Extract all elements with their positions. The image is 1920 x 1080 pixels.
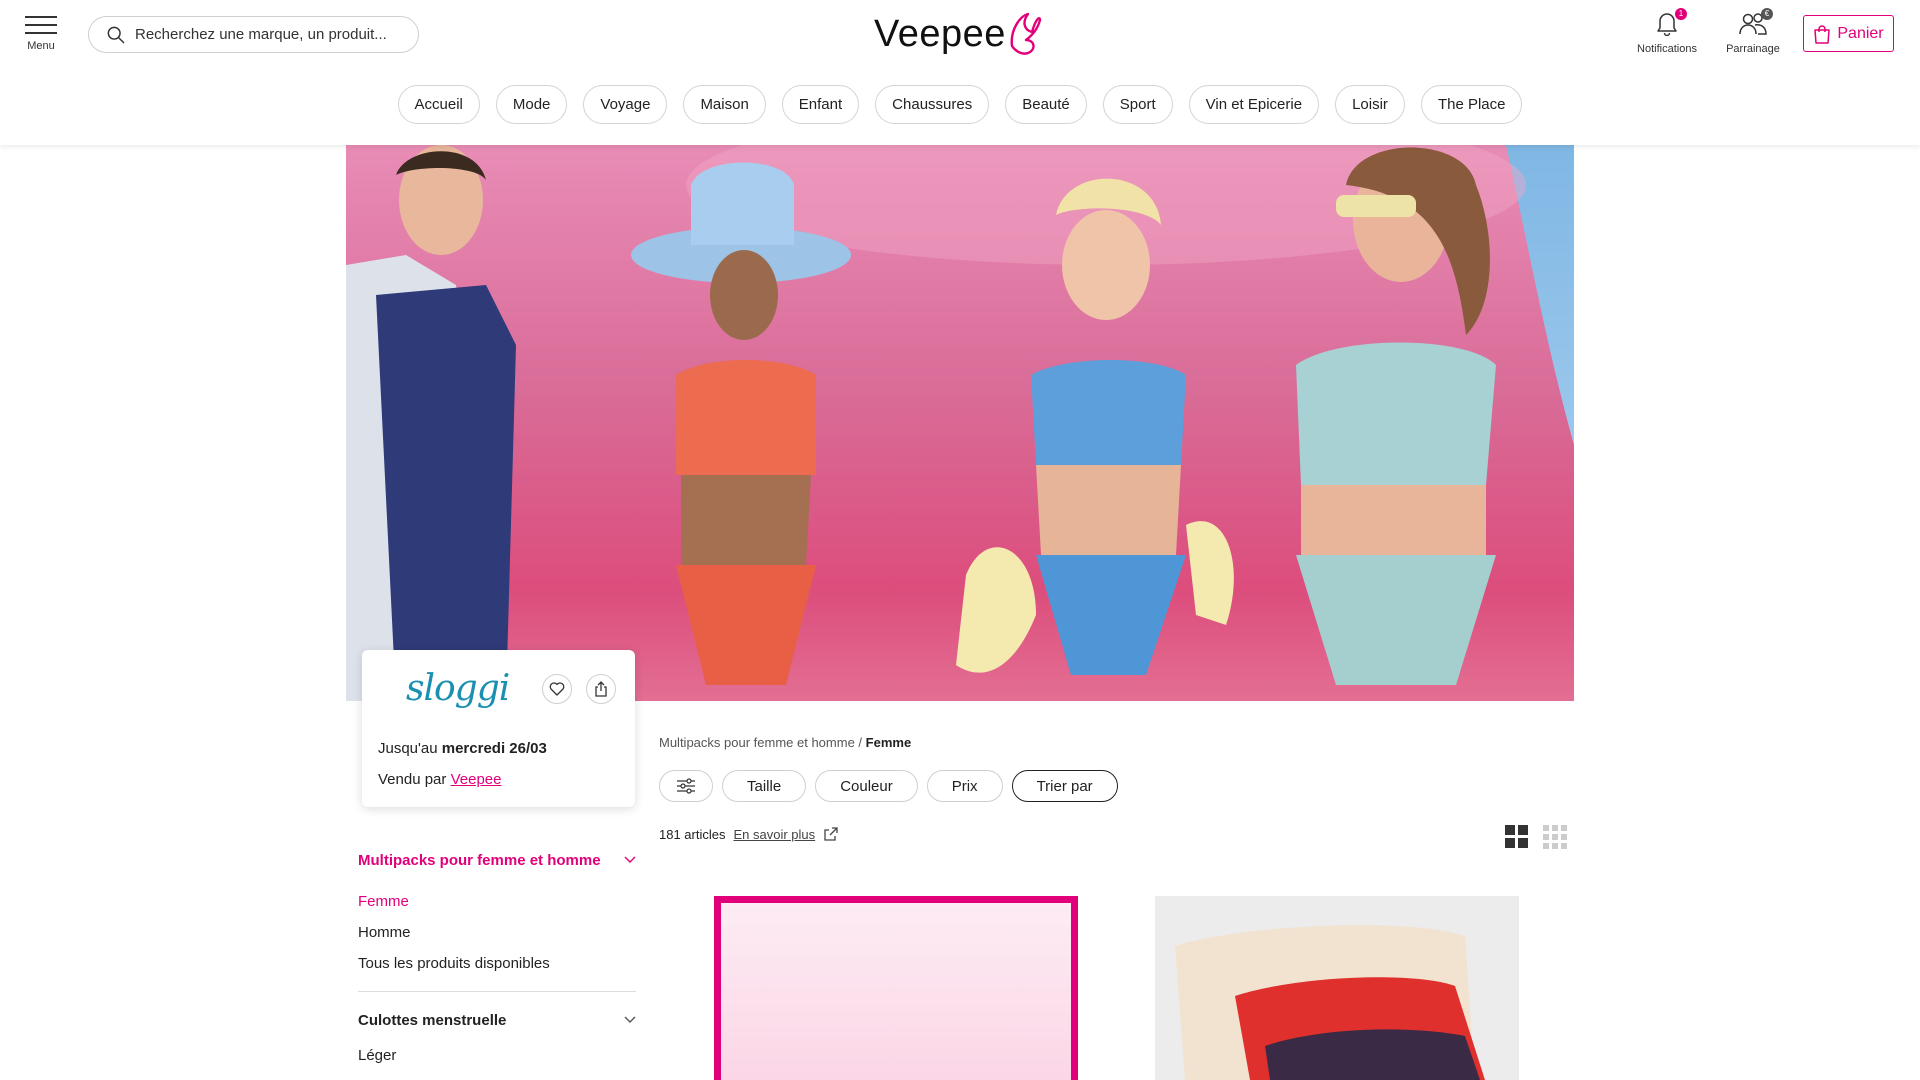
category-sidebar: Multipacks pour femme et homme Femme Hom… [358,848,636,1071]
referral-button[interactable]: € Parrainage [1717,8,1789,55]
cart-button[interactable]: Panier [1803,15,1894,52]
nav-maison[interactable]: Maison [683,85,766,124]
nav-chaussures[interactable]: Chaussures [875,85,990,124]
share-icon [595,681,607,697]
product-card-image[interactable] [1155,896,1519,1080]
brand-logo: sloggi [406,668,510,709]
filter-bar: Taille Couleur Prix Trier par [659,770,1118,802]
notifications-label: Notifications [1637,43,1697,55]
search-placeholder: Recherchez une marque, un produit... [135,26,387,43]
nav-mode[interactable]: Mode [495,85,568,124]
grid-small-icon[interactable] [1543,825,1567,849]
category-multipacks-label: Multipacks pour femme et homme [358,851,601,869]
chevron-down-icon [624,856,636,863]
sidebar-item-femme[interactable]: Femme [358,886,636,917]
sidebar-item-homme[interactable]: Homme [358,917,636,948]
nav-the-place[interactable]: The Place [1420,85,1523,124]
sold-by: Vendu par Veepee [378,771,502,788]
nav-voyage[interactable]: Voyage [583,85,668,124]
sliders-icon [677,778,695,794]
nav-enfant[interactable]: Enfant [781,85,860,124]
nav-beaute[interactable]: Beauté [1005,85,1087,124]
logo-text: Veepee [874,13,1006,55]
menu-label: Menu [27,40,55,52]
product-card-promo[interactable] [714,896,1078,1080]
grid-large-icon[interactable] [1505,825,1529,849]
chevron-down-icon [624,1016,636,1023]
breadcrumb-separator: / [858,735,863,750]
butterfly-icon [1010,12,1042,55]
referral-label: Parrainage [1726,43,1780,55]
hero-models-illustration [346,145,1574,701]
external-link-icon[interactable] [823,826,839,842]
brand-info-card: sloggi Jusqu'au mercredi 26/03 Vendu par… [362,650,635,807]
sale-end-date: Jusqu'au mercredi 26/03 [378,740,547,757]
filter-taille[interactable]: Taille [722,770,807,802]
nav-loisir[interactable]: Loisir [1335,85,1405,124]
share-button[interactable] [586,674,616,704]
results-info: 181 articles En savoir plus [659,826,839,842]
notifications-badge: 1 [1675,8,1687,20]
referral-badge: € [1761,8,1773,20]
favorite-button[interactable] [542,674,572,704]
category-multipacks[interactable]: Multipacks pour femme et homme [358,848,636,872]
filter-couleur[interactable]: Couleur [815,770,918,802]
sidebar-item-all-products[interactable]: Tous les produits disponibles [358,948,636,979]
cart-label: Panier [1837,24,1884,42]
sort-button[interactable]: Trier par [1011,770,1118,802]
nav-vin-epicerie[interactable]: Vin et Epicerie [1188,85,1320,124]
sidebar-divider [358,991,636,992]
nav-sport[interactable]: Sport [1102,85,1173,124]
filters-settings-button[interactable] [659,770,713,802]
product-image-briefs [1175,925,1485,1080]
sidebar-item-leger[interactable]: Léger [358,1040,636,1071]
search-icon [107,26,125,43]
heart-icon [549,682,565,696]
category-culottes-label: Culottes menstruelle [358,1011,507,1029]
shopping-bag-icon [1814,24,1831,44]
top-header: Menu Recherchez une marque, un produit..… [0,0,1920,145]
category-culottes-menstruelle[interactable]: Culottes menstruelle [358,1008,636,1032]
hero-banner-image [346,145,1574,701]
veepee-logo[interactable]: Veepee [874,6,1042,58]
breadcrumb-current: Femme [865,735,912,750]
notifications-button[interactable]: 1 Notifications [1631,8,1703,55]
nav-accueil[interactable]: Accueil [397,85,480,124]
results-count: 181 articles [659,826,726,842]
filter-prix[interactable]: Prix [926,770,1003,802]
sold-by-link[interactable]: Veepee [451,771,502,788]
learn-more-link[interactable]: En savoir plus [733,827,815,842]
category-nav: Accueil Mode Voyage Maison Enfant Chauss… [0,85,1920,124]
hamburger-icon [22,16,60,34]
search-input[interactable]: Recherchez une marque, un produit... [88,16,419,53]
breadcrumb-parent[interactable]: Multipacks pour femme et homme [659,735,855,750]
view-toggle [1505,825,1567,849]
menu-button[interactable]: Menu [22,16,60,52]
breadcrumb: Multipacks pour femme et homme / Femme [659,735,911,750]
header-actions: 1 Notifications € Parrainage Panier [1631,8,1894,55]
